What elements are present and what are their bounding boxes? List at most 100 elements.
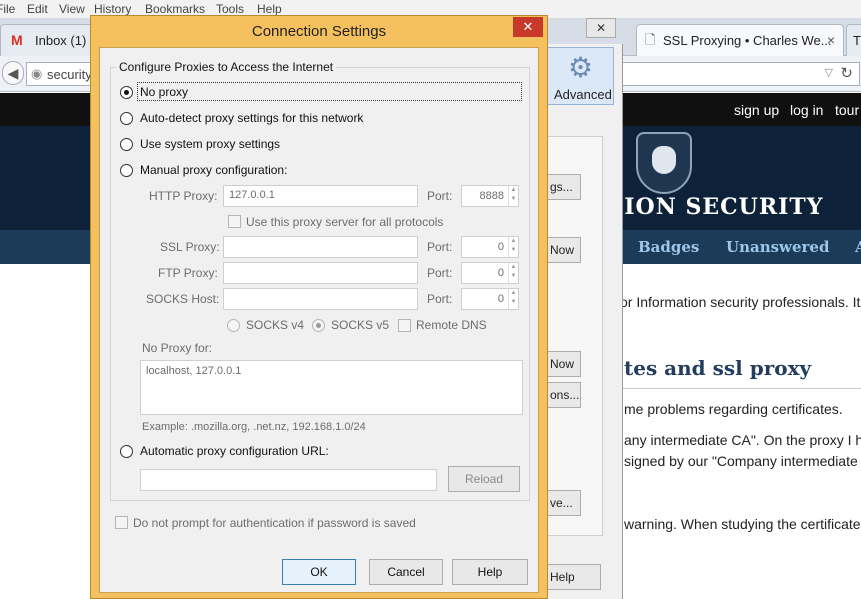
menu-file[interactable]: File [0, 2, 15, 16]
socks-v5-label: SOCKS v5 [331, 318, 390, 332]
tab-label: T [853, 33, 861, 48]
site-logo-text: ATION SECURITY [590, 194, 824, 220]
log-in-link[interactable]: log in [790, 102, 823, 118]
tab-label: Inbox (1) - [35, 33, 95, 48]
reload-icon[interactable]: ↻ [840, 64, 853, 82]
settings-button[interactable]: gs... [545, 174, 581, 200]
tour-link[interactable]: tour [835, 102, 859, 118]
url-text: security [47, 67, 92, 82]
exceptions-button[interactable]: ons... [545, 382, 581, 408]
socks-host-input[interactable] [223, 288, 418, 310]
proxy-group-label: Configure Proxies to Access the Internet [116, 60, 337, 74]
manual-proxy-label[interactable]: Manual proxy configuration: [140, 163, 287, 177]
http-port-value: 8888 [479, 190, 504, 202]
gmail-icon: M [11, 32, 23, 48]
advanced-tab[interactable]: ⚙ Advanced [546, 47, 614, 105]
site-left-blank [0, 264, 90, 599]
menu-history[interactable]: History [94, 2, 131, 16]
ssl-port-input[interactable]: 0 ▲ ▼ [461, 236, 519, 258]
sign-up-link[interactable]: sign up [734, 102, 779, 118]
nav-badges[interactable]: Badges [638, 238, 699, 256]
socks-v4-radio[interactable] [227, 319, 240, 332]
tab-ssl-proxying[interactable]: 🗋 SSL Proxying • Charles We... × [636, 24, 844, 56]
dialog-titlebar[interactable]: Connection Settings [91, 16, 547, 48]
tab-next[interactable]: T [846, 24, 861, 56]
options-close-button[interactable]: ✕ [586, 18, 616, 38]
auto-detect-label[interactable]: Auto-detect proxy settings for this netw… [140, 111, 363, 125]
socks-port-input[interactable]: 0 ▲ ▼ [461, 288, 519, 310]
auto-url-radio[interactable] [120, 445, 133, 458]
ftp-proxy-input[interactable] [223, 262, 418, 284]
ssl-port-value: 0 [497, 241, 504, 253]
lion-logo-icon [636, 132, 692, 194]
system-proxy-label[interactable]: Use system proxy settings [140, 137, 280, 151]
auto-detect-radio[interactable] [120, 112, 133, 125]
spinner-arrows-icon[interactable]: ▲ ▼ [508, 186, 518, 206]
divider [620, 388, 861, 389]
spinner-arrows-icon[interactable]: ▲ ▼ [508, 289, 518, 309]
focus-ring [137, 82, 522, 101]
socks-v4-label: SOCKS v4 [246, 318, 305, 332]
http-port-label: Port: [427, 189, 453, 203]
ssl-port-label: Port: [427, 240, 453, 254]
menu-tools[interactable]: Tools [216, 2, 244, 16]
all-protocols-checkbox[interactable] [228, 215, 241, 228]
site-intro: or Information security professionals. I… [620, 294, 861, 310]
socks-port-label: Port: [427, 292, 453, 306]
options-help-button[interactable]: Help [545, 564, 601, 590]
advanced-label: Advanced [554, 87, 612, 102]
no-proxy-for-textarea[interactable]: localhost, 127.0.0.1 [140, 360, 523, 415]
clear-now-button-2[interactable]: Now [545, 351, 581, 377]
back-button[interactable]: ◀ [2, 61, 24, 85]
no-prompt-checkbox[interactable] [115, 516, 128, 529]
spinner-arrows-icon[interactable]: ▲ ▼ [508, 263, 518, 283]
ftp-port-input[interactable]: 0 ▲ ▼ [461, 262, 519, 284]
auto-url-input[interactable] [140, 469, 437, 491]
nav-ask[interactable]: A [855, 238, 861, 256]
ftp-port-label: Port: [427, 266, 453, 280]
tab-inbox[interactable]: M Inbox (1) - [0, 24, 96, 56]
question-line: warning. When studying the certificate [624, 516, 861, 532]
proxy-group [110, 67, 530, 501]
clear-now-button[interactable]: Now [545, 237, 581, 263]
socks-port-value: 0 [497, 293, 504, 305]
close-tab-icon[interactable]: × [827, 32, 835, 48]
dropdown-arrow-icon[interactable]: ▽ [825, 66, 833, 79]
help-button[interactable]: Help [452, 559, 528, 585]
nav-unanswered[interactable]: Unanswered [726, 238, 829, 256]
gear-icon: ⚙ [568, 52, 594, 83]
menu-edit[interactable]: Edit [27, 2, 48, 16]
menu-bookmarks[interactable]: Bookmarks [145, 2, 205, 16]
question-title[interactable]: tes and ssl proxy [624, 356, 811, 380]
ok-button[interactable]: OK [282, 559, 356, 585]
remove-button[interactable]: ve... [545, 490, 581, 516]
ftp-port-value: 0 [497, 267, 504, 279]
auto-url-label[interactable]: Automatic proxy configuration URL: [140, 444, 329, 458]
question-line: signed by our "Company intermediate C [624, 453, 861, 469]
connection-settings-dialog: Connection Settings ✕ Configure Proxies … [90, 15, 548, 599]
remote-dns-checkbox[interactable] [398, 319, 411, 332]
no-proxy-for-label: No Proxy for: [142, 341, 213, 355]
menu-help[interactable]: Help [257, 2, 282, 16]
no-proxy-label[interactable]: No proxy [140, 85, 188, 99]
no-proxy-radio[interactable] [120, 86, 133, 99]
menu-view[interactable]: View [59, 2, 85, 16]
http-proxy-input[interactable]: 127.0.0.1 [223, 185, 418, 207]
http-port-input[interactable]: 8888 ▲ ▼ [461, 185, 519, 207]
cancel-button[interactable]: Cancel [369, 559, 443, 585]
dialog-close-button[interactable]: ✕ [513, 17, 543, 37]
manual-proxy-radio[interactable] [120, 164, 133, 177]
ssl-proxy-input[interactable] [223, 236, 418, 258]
dialog-title: Connection Settings [251, 23, 387, 40]
ssl-proxy-label: SSL Proxy: [160, 240, 220, 254]
system-proxy-radio[interactable] [120, 138, 133, 151]
reload-button[interactable]: Reload [448, 466, 520, 492]
dialog-body: Configure Proxies to Access the Internet… [99, 47, 539, 593]
tab-label: SSL Proxying • Charles We... [663, 33, 832, 48]
remote-dns-label: Remote DNS [416, 318, 487, 332]
ftp-proxy-label: FTP Proxy: [158, 266, 218, 280]
spinner-arrows-icon[interactable]: ▲ ▼ [508, 237, 518, 257]
http-proxy-label: HTTP Proxy: [149, 189, 218, 203]
socks-host-label: SOCKS Host: [146, 292, 220, 306]
socks-v5-radio[interactable] [312, 319, 325, 332]
